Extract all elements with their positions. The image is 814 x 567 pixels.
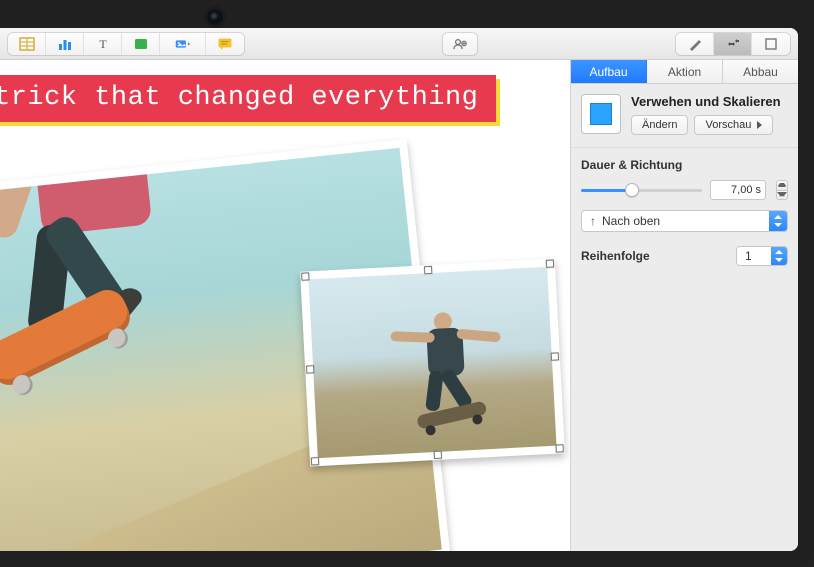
duration-section: Dauer & Richtung 7,00 s	[571, 148, 798, 232]
order-label: Reihenfolge	[581, 249, 650, 263]
insert-shape-button[interactable]	[122, 33, 160, 55]
selection-handles	[304, 263, 560, 463]
photo-small-selected[interactable]	[300, 258, 565, 466]
preview-button[interactable]: Vorschau	[694, 115, 773, 135]
effect-name: Verwehen und Skalieren	[631, 94, 788, 109]
duration-field[interactable]: 7,00 s	[710, 180, 766, 200]
camera-dot	[210, 12, 220, 22]
tab-action[interactable]: Aktion	[647, 60, 723, 83]
insert-segment: T	[8, 33, 244, 55]
effect-thumb-icon	[581, 94, 621, 134]
format-inspector-button[interactable]	[676, 33, 714, 55]
tab-build-in[interactable]: Aufbau	[571, 60, 647, 83]
inspector-segment	[676, 33, 790, 55]
direction-select[interactable]: ↑ Nach oben	[581, 210, 788, 232]
inspector-panel: Aufbau Aktion Abbau Verwehen und Skalier…	[570, 60, 798, 551]
insert-chart-button[interactable]	[46, 33, 84, 55]
insert-table-button[interactable]	[8, 33, 46, 55]
main-area: trick that changed everything	[0, 60, 798, 551]
effect-header: Verwehen und Skalieren Ändern Vorschau	[571, 84, 798, 148]
duration-stepper[interactable]	[776, 180, 788, 200]
duration-slider[interactable]	[581, 182, 702, 198]
select-cap-icon	[769, 211, 787, 231]
insert-media-button[interactable]	[160, 33, 206, 55]
device-frame: T	[0, 0, 814, 567]
slide: trick that changed everything	[0, 60, 570, 551]
animate-inspector-button[interactable]	[714, 33, 752, 55]
insert-comment-button[interactable]	[206, 33, 244, 55]
order-row: Reihenfolge 1	[571, 232, 798, 266]
duration-value: 7,00 s	[731, 184, 761, 196]
resize-handle[interactable]	[433, 451, 441, 459]
slide-title-text[interactable]: trick that changed everything	[0, 75, 496, 122]
select-cap-icon	[771, 247, 787, 265]
resize-handle[interactable]	[423, 266, 431, 274]
inspector-tabs: Aufbau Aktion Abbau	[571, 60, 798, 84]
direction-value: Nach oben	[602, 214, 660, 228]
stepper-up-icon[interactable]	[776, 180, 788, 191]
resize-handle[interactable]	[551, 352, 559, 360]
resize-handle[interactable]	[311, 457, 319, 465]
resize-handle[interactable]	[555, 444, 563, 452]
arrow-up-icon: ↑	[590, 214, 596, 228]
tab-build-out[interactable]: Abbau	[723, 60, 798, 83]
order-value: 1	[745, 249, 752, 263]
collaborate-button[interactable]	[443, 33, 477, 55]
change-effect-button[interactable]: Ändern	[631, 115, 688, 135]
app-window: T	[0, 28, 798, 551]
toolbar: T	[0, 28, 798, 60]
resize-handle[interactable]	[546, 260, 554, 268]
change-effect-label: Ändern	[642, 119, 677, 131]
resize-handle[interactable]	[301, 272, 309, 280]
resize-handle[interactable]	[306, 365, 314, 373]
document-inspector-button[interactable]	[752, 33, 790, 55]
insert-text-button[interactable]: T	[84, 33, 122, 55]
slide-canvas[interactable]: trick that changed everything	[0, 60, 570, 551]
duration-section-title: Dauer & Richtung	[581, 158, 788, 172]
play-icon	[757, 121, 762, 129]
order-select[interactable]: 1	[736, 246, 788, 266]
stepper-down-icon[interactable]	[776, 191, 788, 201]
preview-label: Vorschau	[705, 119, 751, 131]
svg-text:T: T	[99, 37, 107, 51]
